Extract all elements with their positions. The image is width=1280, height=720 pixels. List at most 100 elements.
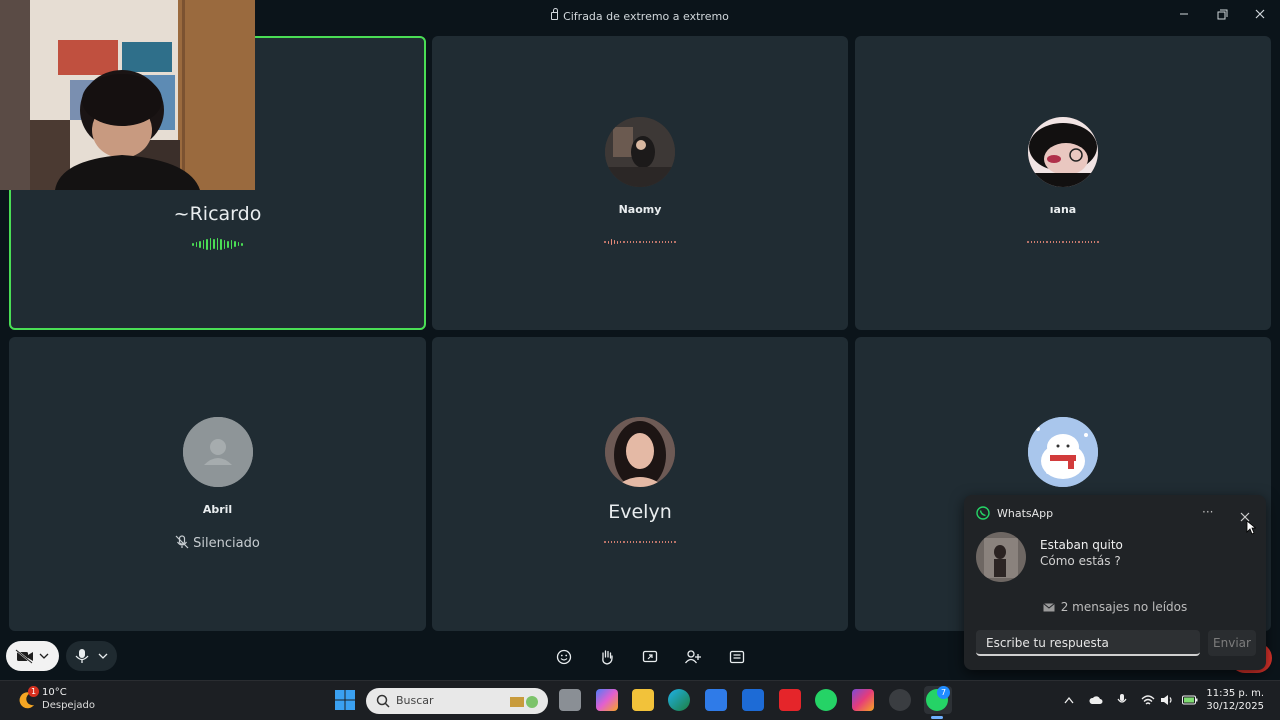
lock-icon	[551, 8, 559, 20]
microsoft-store-icon[interactable]	[705, 689, 727, 711]
participant-name: ıana	[1049, 203, 1077, 216]
minimize-button[interactable]	[1167, 4, 1201, 24]
speaker-icon	[1161, 695, 1172, 705]
chevron-up-icon	[1064, 696, 1074, 704]
audio-level-bar	[1033, 241, 1035, 243]
show-hidden-icons-button[interactable]	[1061, 692, 1077, 708]
audio-level-bar	[639, 241, 641, 243]
audio-level-bar	[1043, 241, 1045, 243]
camera-feed-image	[0, 0, 255, 190]
volume-tray-icon[interactable]	[1159, 692, 1175, 708]
maximize-button[interactable]	[1205, 4, 1239, 24]
camera-toggle-button[interactable]	[6, 641, 59, 671]
whatsapp-icon	[976, 506, 990, 520]
audio-level-bar	[1027, 241, 1029, 243]
audio-level-bar	[652, 541, 654, 543]
envelope-icon	[1042, 603, 1055, 612]
audio-level-bar	[223, 239, 226, 249]
avatar	[605, 417, 675, 487]
file-explorer-icon[interactable]	[632, 689, 654, 711]
participant-tile-abril[interactable]: Abril Silenciado	[9, 337, 426, 631]
sender-avatar	[976, 532, 1026, 582]
start-button[interactable]	[334, 689, 356, 711]
send-button[interactable]: Enviar	[1208, 630, 1256, 656]
minimize-icon	[1180, 13, 1188, 15]
whatsapp-notification[interactable]: WhatsApp ··· Estaban quito Cómo estás ? …	[964, 495, 1266, 670]
audio-level-bar	[604, 541, 606, 543]
audio-level-bar	[661, 241, 663, 243]
edge-icon[interactable]	[668, 689, 690, 711]
audio-level-bar	[202, 239, 205, 249]
self-video-preview[interactable]	[0, 0, 255, 190]
audio-level-bar	[617, 240, 619, 244]
audio-level-indicator	[855, 236, 1271, 248]
audio-level-bar	[633, 541, 635, 543]
audio-level-bar	[192, 242, 194, 246]
whatsapp-badge: 7	[937, 686, 950, 699]
taskbar-search[interactable]: Buscar	[366, 688, 548, 714]
close-icon	[1255, 9, 1265, 19]
audio-level-bar	[613, 240, 616, 244]
clock-date[interactable]: 30/12/2025	[1196, 701, 1264, 712]
raise-hand-button[interactable]	[597, 647, 617, 667]
participant-tile-naomy[interactable]: Naomy	[432, 36, 848, 330]
participant-name: Abril	[202, 503, 233, 516]
notification-sender: Estaban quito	[1040, 538, 1123, 552]
muted-label: Silenciado	[193, 536, 260, 551]
avatar	[1028, 417, 1098, 487]
audio-level-bar	[636, 241, 638, 243]
avatar-image	[605, 417, 675, 487]
more-options-button[interactable]	[727, 647, 747, 667]
reply-input[interactable]: Escribe tu respuesta	[976, 630, 1200, 656]
emoji-icon	[556, 649, 572, 665]
clock-time[interactable]: 11:35 p. m.	[1196, 688, 1264, 699]
audio-level-bar	[668, 241, 670, 243]
whatsapp-taskbar-icon[interactable]	[815, 689, 837, 711]
audio-level-bar	[668, 541, 670, 543]
avatar-image	[1028, 417, 1098, 487]
weather-condition: Despejado	[42, 700, 95, 711]
copilot-icon[interactable]	[596, 689, 618, 711]
audio-level-bar	[199, 240, 201, 248]
audio-level-bar	[241, 242, 243, 246]
microphone-tray-icon[interactable]	[1114, 692, 1130, 708]
audio-level-bar	[206, 238, 208, 250]
microphone-toggle-button[interactable]	[66, 641, 117, 671]
participant-tile-iana[interactable]: ıana	[855, 36, 1271, 330]
participant-tile-evelyn[interactable]: Evelyn	[432, 337, 848, 631]
audio-level-bar	[1091, 241, 1093, 243]
wifi-icon	[1141, 695, 1155, 705]
onedrive-tray-icon[interactable]	[1088, 692, 1104, 708]
task-view-icon[interactable]	[559, 689, 581, 711]
wifi-tray-icon[interactable]	[1140, 692, 1156, 708]
participant-name: Evelyn	[608, 501, 672, 523]
audio-level-bar	[620, 541, 622, 543]
outlook-icon[interactable]	[742, 689, 764, 711]
add-participant-button[interactable]	[683, 647, 703, 667]
audio-level-bar	[1062, 241, 1064, 243]
audio-level-bar	[1075, 241, 1077, 243]
reactions-button[interactable]	[554, 647, 574, 667]
audio-level-bar	[1084, 241, 1086, 243]
audio-level-bar	[1030, 241, 1032, 243]
audio-level-bar	[629, 241, 632, 243]
search-placeholder: Buscar	[396, 694, 434, 707]
audio-level-bar	[652, 241, 654, 243]
audio-level-bar	[671, 541, 673, 543]
close-window-button[interactable]	[1243, 4, 1277, 24]
audio-level-bar	[645, 241, 647, 243]
windows-logo-icon	[335, 690, 355, 710]
youtube-icon[interactable]	[779, 689, 801, 711]
instagram-icon[interactable]	[852, 689, 874, 711]
encryption-label: Cifrada de extremo a extremo	[563, 10, 729, 23]
share-screen-button[interactable]	[640, 647, 660, 667]
notification-options-button[interactable]: ···	[1202, 505, 1213, 519]
audio-level-bar	[227, 240, 229, 248]
audio-level-bar	[623, 541, 625, 543]
audio-level-bar	[607, 240, 609, 244]
app-icon[interactable]	[889, 689, 911, 711]
raise-hand-icon	[602, 650, 613, 665]
audio-level-bar	[213, 239, 215, 249]
audio-level-bar	[195, 241, 198, 247]
audio-level-bar	[674, 241, 676, 243]
